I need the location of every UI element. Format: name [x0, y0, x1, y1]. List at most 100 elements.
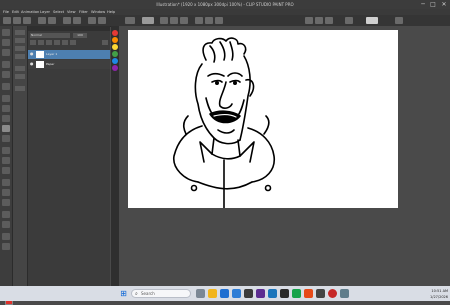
- eye-icon[interactable]: ●: [30, 52, 34, 56]
- layer-panel-header: [28, 26, 110, 31]
- redo-icon[interactable]: [48, 17, 56, 24]
- excel-icon[interactable]: [292, 289, 301, 298]
- sub-tool-item[interactable]: [15, 66, 25, 71]
- color-palette: [111, 26, 119, 286]
- ruler-tool-icon[interactable]: [2, 211, 10, 218]
- view-icon[interactable]: [315, 17, 323, 24]
- correct-line-tool-icon[interactable]: [2, 243, 10, 250]
- delete-layer-icon[interactable]: [102, 40, 108, 45]
- app-icon[interactable]: [316, 289, 325, 298]
- close-button[interactable]: ✕: [439, 0, 449, 9]
- text-tool-icon[interactable]: [2, 221, 10, 228]
- sub-tool-item[interactable]: [15, 30, 25, 35]
- layout-icon[interactable]: [325, 17, 333, 24]
- new-folder-icon[interactable]: [46, 40, 52, 45]
- flip-icon[interactable]: [195, 17, 203, 24]
- sub-tool-panel: [13, 26, 28, 286]
- gradient-tool-icon[interactable]: [2, 179, 10, 186]
- sub-tool-item[interactable]: [15, 54, 25, 59]
- lasso-tool-icon[interactable]: [2, 71, 10, 78]
- zoom-tool-icon[interactable]: [2, 29, 10, 36]
- clip-icon[interactable]: [62, 40, 68, 45]
- undo-icon[interactable]: [38, 17, 46, 24]
- open-file-icon[interactable]: [13, 17, 21, 24]
- grid-icon[interactable]: [170, 17, 178, 24]
- move-tool-icon[interactable]: [2, 39, 10, 46]
- layer-row[interactable]: ● Paper: [28, 60, 110, 69]
- sub-tool-item[interactable]: [15, 38, 25, 43]
- save-icon[interactable]: [23, 17, 31, 24]
- frame-tool-icon[interactable]: [2, 199, 10, 206]
- eraser-tool-icon[interactable]: [2, 147, 10, 154]
- settings-icon[interactable]: [98, 17, 106, 24]
- terminal-icon[interactable]: [280, 289, 289, 298]
- edge-icon[interactable]: [220, 289, 229, 298]
- color-swatch[interactable]: [112, 51, 118, 57]
- transform-icon[interactable]: [88, 17, 96, 24]
- brush-tool-icon[interactable]: [2, 115, 10, 122]
- word-icon[interactable]: [268, 289, 277, 298]
- blend-mode-select[interactable]: Normal: [30, 33, 70, 38]
- color-swatch[interactable]: [112, 65, 118, 71]
- panel-icon[interactable]: [305, 17, 313, 24]
- taskbar-search[interactable]: ⌕ Search: [131, 289, 191, 298]
- layer-panel: Normal 100 ● Layer 1 ● Paper: [28, 26, 110, 286]
- system-clock[interactable]: 10:51 AM 1/27/2026: [420, 287, 448, 300]
- color-swatch[interactable]: [112, 44, 118, 50]
- layer-thumbnail: [36, 61, 44, 68]
- teams-icon[interactable]: [256, 289, 265, 298]
- new-vector-layer-icon[interactable]: [38, 40, 44, 45]
- color-swatch[interactable]: [112, 58, 118, 64]
- sub-tool-item[interactable]: [15, 74, 25, 79]
- layer-name: Paper: [46, 62, 55, 66]
- fullscreen-icon[interactable]: [366, 17, 378, 24]
- eyedropper-tool-icon[interactable]: [2, 83, 10, 90]
- show-hide-icon[interactable]: [142, 17, 154, 24]
- operation-tool-icon[interactable]: [2, 49, 10, 56]
- file-explorer-icon[interactable]: [208, 289, 217, 298]
- window-title: Illustration* (1920 x 1080px 300dpi 100%…: [156, 2, 294, 7]
- task-view-icon[interactable]: [196, 289, 205, 298]
- fill-tool-icon[interactable]: [2, 167, 10, 174]
- airbrush-tool-icon[interactable]: [2, 125, 10, 132]
- lock-icon[interactable]: [70, 40, 76, 45]
- color-swatch[interactable]: [112, 30, 118, 36]
- blend-tool-icon[interactable]: [2, 157, 10, 164]
- title-bar: Illustration* (1920 x 1080px 300dpi 100%…: [0, 0, 450, 9]
- mask-icon[interactable]: [54, 40, 60, 45]
- maximize-button[interactable]: □: [428, 0, 438, 9]
- rotate-icon[interactable]: [205, 17, 213, 24]
- color-swatch[interactable]: [112, 37, 118, 43]
- app-icon[interactable]: [340, 289, 349, 298]
- tool-icon[interactable]: [345, 17, 353, 24]
- zoom-icon[interactable]: [125, 17, 135, 24]
- clear-icon[interactable]: [63, 17, 71, 24]
- store-icon[interactable]: [244, 289, 253, 298]
- chrome-icon[interactable]: [328, 289, 337, 298]
- balloon-tool-icon[interactable]: [2, 233, 10, 240]
- windows-start-icon[interactable]: ⊞: [119, 289, 128, 298]
- mail-icon[interactable]: [232, 289, 241, 298]
- sub-tool-item[interactable]: [15, 46, 25, 51]
- eye-icon[interactable]: ●: [30, 62, 34, 66]
- layer-name: Layer 1: [46, 52, 58, 56]
- new-layer-icon[interactable]: [30, 40, 36, 45]
- decoration-tool-icon[interactable]: [2, 135, 10, 142]
- ruler-icon[interactable]: [160, 17, 168, 24]
- drawing-canvas[interactable]: [128, 30, 398, 209]
- snap-icon[interactable]: [180, 17, 188, 24]
- fill-icon[interactable]: [73, 17, 81, 24]
- figure-tool-icon[interactable]: [2, 189, 10, 196]
- pencil-tool-icon[interactable]: [2, 105, 10, 112]
- new-file-icon[interactable]: [3, 17, 11, 24]
- opacity-field[interactable]: 100: [73, 33, 87, 38]
- help-icon[interactable]: [395, 17, 403, 24]
- sub-tool-item[interactable]: [15, 86, 25, 91]
- preview-icon[interactable]: [215, 17, 223, 24]
- layer-row[interactable]: ● Layer 1: [28, 50, 110, 59]
- minimize-button[interactable]: ─: [418, 0, 428, 9]
- clip-studio-icon[interactable]: [304, 289, 313, 298]
- pen-tool-icon[interactable]: [2, 95, 10, 102]
- selection-tool-icon[interactable]: [2, 61, 10, 68]
- tool-bar: [0, 26, 13, 305]
